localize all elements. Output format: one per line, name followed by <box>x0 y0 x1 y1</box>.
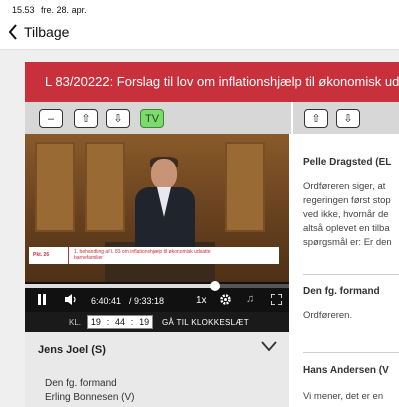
clock-seconds[interactable]: 19 <box>139 317 149 327</box>
music-note-icon[interactable]: ♫ <box>246 293 254 305</box>
tv-toggle-button[interactable]: TV <box>140 109 164 128</box>
list-item[interactable]: Den fg. formand <box>45 378 117 389</box>
settings-gear-icon[interactable] <box>220 294 231 305</box>
clock-minutes[interactable]: 44 <box>115 317 125 327</box>
volume-icon[interactable] <box>65 294 77 305</box>
transcript-column: Pelle Dragsted (EL Ordføreren siger, at … <box>293 134 399 407</box>
transcript-divider <box>303 352 399 353</box>
previous-speaker-button[interactable]: ⇧ <box>74 109 98 128</box>
agenda-title: L 83/20222: Forslag til lov om inflation… <box>25 62 399 102</box>
transcript-text: ved ikke, hvornår de <box>303 209 389 220</box>
clock-sep-2: : <box>130 317 134 327</box>
transcript-divider <box>303 274 399 275</box>
nav-bar: Tilbage <box>0 18 399 50</box>
back-label: Tilbage <box>24 24 70 40</box>
speaker-sub-list: Den fg. formand Erling Bonnesen (V) <box>25 366 289 407</box>
speaker-header[interactable]: Jens Joel (S) <box>25 332 289 366</box>
status-date: fre. 28. apr. <box>41 5 87 15</box>
list-item[interactable]: Erling Bonnesen (V) <box>45 392 135 403</box>
status-bar: 15.53 fre. 28. apr. <box>0 0 399 18</box>
transcript-speaker-2[interactable]: Den fg. formand <box>303 286 380 297</box>
total-time: / 9:33:18 <box>129 296 165 306</box>
transcript-text: Ordføreren siger, at <box>303 181 386 192</box>
fullscreen-icon[interactable] <box>271 294 282 305</box>
transcript-text: Ordføreren. <box>303 310 353 321</box>
clock-sep-1: : <box>106 317 110 327</box>
back-button[interactable]: Tilbage <box>8 24 69 40</box>
clock-hours[interactable]: 19 <box>91 317 101 327</box>
clock-label: KL. <box>69 318 82 327</box>
clock-time-input[interactable]: 19 : 44 : 19 <box>87 315 153 329</box>
pause-icon[interactable] <box>37 294 47 305</box>
wood-panel <box>225 142 265 232</box>
meeting-panel: L 83/20222: Forslag til lov om inflation… <box>25 62 399 407</box>
player-control-icons: 6:40:41 / 9:33:18 1x ♫ <box>25 290 289 310</box>
pkt-label: Pkt. 26 <box>29 247 69 264</box>
progress-bar[interactable] <box>25 281 289 291</box>
next-speaker-button[interactable]: ⇩ <box>106 109 130 128</box>
clock-jump-row: KL. 19 : 44 : 19 GÅ TIL KLOKKESLÆT <box>25 312 289 332</box>
transcript-text: spørgsmål er: Er den <box>303 237 392 248</box>
transcript-speaker-1[interactable]: Pelle Dragsted (EL <box>303 157 391 168</box>
video-lower-third: Pkt. 26 1. behandling af L 83 om inflati… <box>29 247 279 264</box>
video-player[interactable]: Pkt. 26 1. behandling af L 83 om inflati… <box>25 134 289 292</box>
progress-fill <box>25 284 216 288</box>
right-up-button[interactable]: ⇧ <box>304 109 328 128</box>
transcript-speaker-3[interactable]: Hans Andersen (V <box>303 365 389 376</box>
desc-line-2: barnefamilier <box>74 255 103 261</box>
current-time: 6:40:41 <box>91 296 122 306</box>
transcript-text: regeringen først stop <box>303 195 391 206</box>
chevron-left-icon <box>8 24 17 40</box>
speaker-figure <box>135 157 195 249</box>
speed-button[interactable]: 1x <box>196 295 207 306</box>
transcript-text: Vi mener, det er en <box>303 391 384 402</box>
wood-panel <box>85 142 125 232</box>
right-down-button[interactable]: ⇩ <box>336 109 360 128</box>
transcript-text: altså oplevet en tilba <box>303 223 390 234</box>
goto-time-button[interactable]: GÅ TIL KLOKKESLÆT <box>162 318 249 327</box>
speaker-name: Jens Joel (S) <box>38 344 106 356</box>
chevron-down-icon[interactable] <box>261 340 277 352</box>
wood-panel <box>35 142 75 232</box>
minimize-button[interactable]: – <box>39 109 63 128</box>
status-time: 15.53 <box>12 5 35 15</box>
lower-third-desc: 1. behandling af L 83 om inflationshjælp… <box>69 247 211 264</box>
control-row: – ⇧ ⇩ TV ⇧ ⇩ <box>25 102 399 134</box>
